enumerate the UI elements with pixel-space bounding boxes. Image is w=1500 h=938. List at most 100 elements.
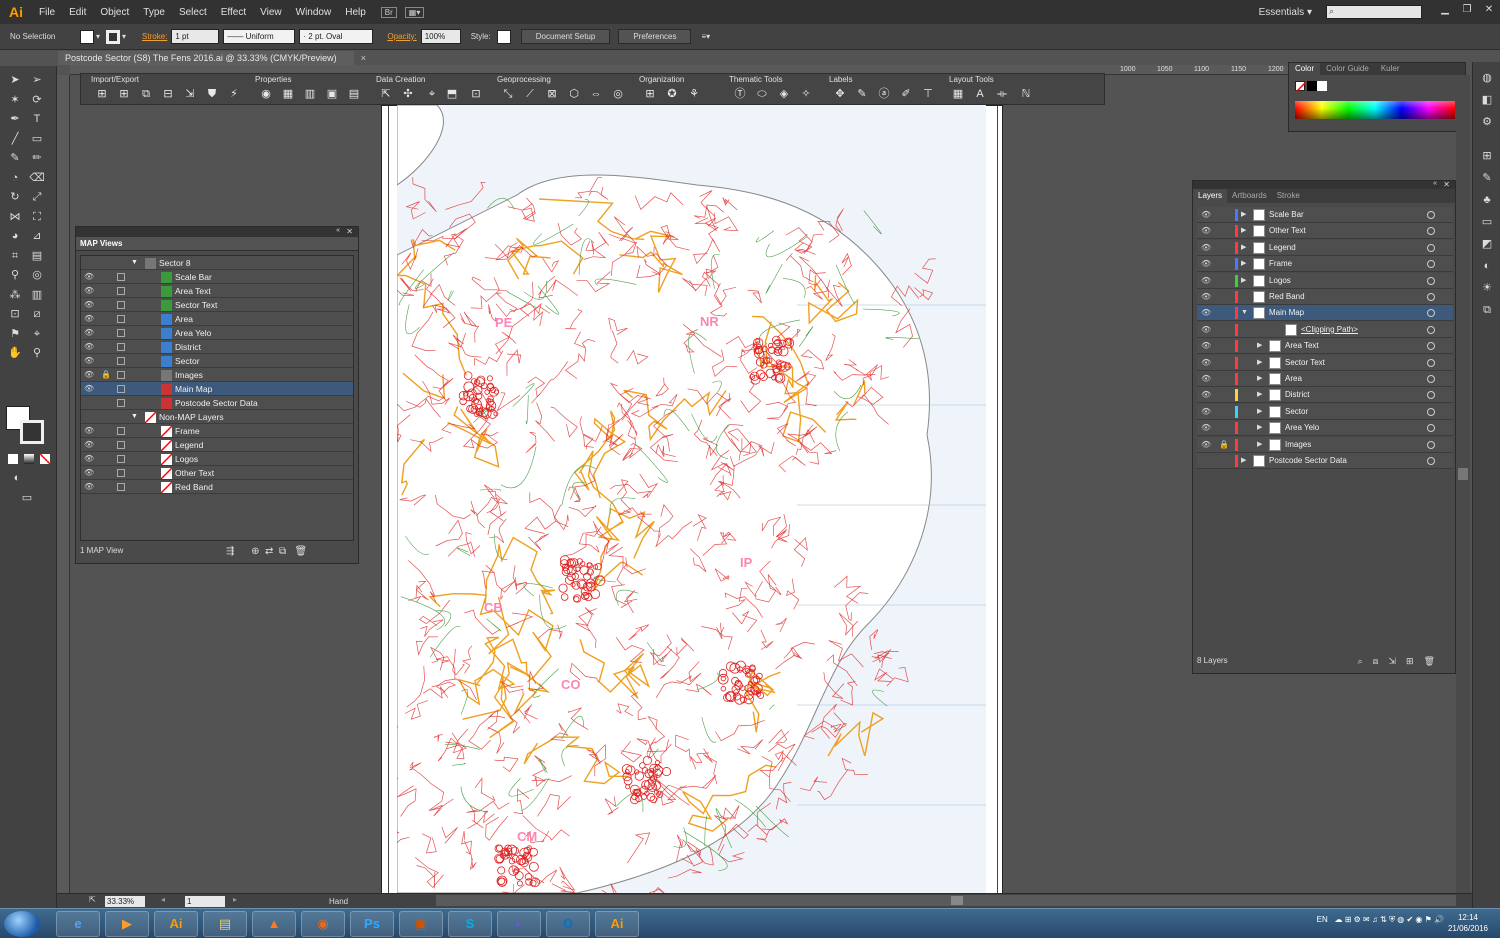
- layer-row[interactable]: 👁 ▶ Legend: [1197, 239, 1453, 256]
- visibility-icon[interactable]: 👁: [1201, 289, 1211, 305]
- visibility-icon[interactable]: 👁: [84, 438, 96, 452]
- map-view-options-icon[interactable]: ⇶: [226, 546, 234, 557]
- symbol-sprayer-icon[interactable]: ⁂: [6, 287, 24, 303]
- workspace-switcher[interactable]: Essentials ▾: [1259, 7, 1312, 18]
- visibility-icon[interactable]: 👁: [84, 340, 96, 354]
- map-select-icon[interactable]: ⌖: [28, 326, 46, 342]
- blob-brush-icon[interactable]: ◔: [6, 170, 24, 186]
- target-icon[interactable]: [1427, 375, 1435, 383]
- document-setup-button[interactable]: Document Setup: [520, 29, 611, 44]
- include-checkbox[interactable]: [117, 273, 125, 281]
- map-view-row[interactable]: 👁 Frame: [81, 424, 353, 438]
- taskbar-firefox-icon[interactable]: ◉: [301, 911, 345, 937]
- horizontal-scroll-thumb[interactable]: [951, 896, 963, 905]
- layer-row[interactable]: 👁 ▶ Other Text: [1197, 223, 1453, 240]
- visibility-icon[interactable]: 👁: [1201, 420, 1211, 436]
- expand-triangle-icon[interactable]: ▶: [1257, 387, 1262, 403]
- mapublisher-tool-icon[interactable]: ▦: [951, 87, 965, 101]
- vertical-scrollbar[interactable]: [1456, 75, 1470, 895]
- visibility-icon[interactable]: 👁: [1201, 404, 1211, 420]
- width-tool-icon[interactable]: ⋈: [6, 209, 24, 225]
- transparency-icon[interactable]: ◐: [1478, 258, 1496, 274]
- mapublisher-tool-icon[interactable]: ⇲: [183, 87, 197, 101]
- stroke-color-box[interactable]: [20, 420, 44, 444]
- eraser-icon[interactable]: ⌫: [28, 170, 46, 186]
- visibility-icon[interactable]: 👁: [1201, 371, 1211, 387]
- selection-tool-icon[interactable]: ➤: [6, 72, 24, 88]
- close-document-icon[interactable]: ×: [361, 51, 366, 65]
- artboard-number-field[interactable]: 1: [185, 896, 225, 907]
- layer-row[interactable]: 👁 ▼ Main Map: [1197, 305, 1453, 322]
- menu-type[interactable]: Type: [136, 7, 172, 18]
- lock-icon[interactable]: 🔒: [1219, 437, 1229, 453]
- lock-icon[interactable]: 🔒: [101, 368, 111, 382]
- include-checkbox[interactable]: [117, 329, 125, 337]
- mapublisher-tool-icon[interactable]: A: [973, 87, 987, 101]
- document-tab[interactable]: Postcode Sector (S8) The Fens 2016.ai @ …: [58, 51, 366, 65]
- map-view-row[interactable]: 👁 Other Text: [81, 466, 353, 480]
- tab-kuler[interactable]: Kuler: [1375, 63, 1406, 75]
- target-icon[interactable]: [1427, 457, 1435, 465]
- mapublisher-tool-icon[interactable]: ✣: [401, 87, 415, 101]
- layer-row[interactable]: 👁 ▶ Logos: [1197, 272, 1453, 289]
- mapublisher-tool-icon[interactable]: ✥: [833, 87, 847, 101]
- appearance-icon[interactable]: ☀: [1478, 280, 1496, 296]
- layer-row[interactable]: 👁 <Clipping Path>: [1197, 321, 1453, 338]
- menu-effect[interactable]: Effect: [214, 7, 253, 18]
- taskbar-clock[interactable]: 12:14 21/06/2016: [1448, 912, 1488, 934]
- mapublisher-tool-icon[interactable]: ⇱: [379, 87, 393, 101]
- mapublisher-tool-icon[interactable]: ◉: [259, 87, 273, 101]
- collapse-icon[interactable]: «: [336, 227, 340, 234]
- close-panel-icon[interactable]: ✕: [1443, 180, 1450, 189]
- main-map-artwork[interactable]: PE NR IP CB CO CM: [397, 105, 986, 893]
- menu-object[interactable]: Object: [93, 7, 136, 18]
- variable-width-profile[interactable]: —— Uniform: [223, 29, 296, 44]
- visibility-icon[interactable]: 👁: [84, 382, 96, 396]
- include-checkbox[interactable]: [117, 427, 125, 435]
- artboard-nav-icon[interactable]: ⇱: [89, 895, 96, 904]
- map-view-row[interactable]: 👁 Sector Text: [81, 298, 353, 312]
- visibility-icon[interactable]: 👁: [84, 326, 96, 340]
- map-view-row[interactable]: Postcode Sector Data: [81, 396, 353, 410]
- map-view-row[interactable]: 👁 District: [81, 340, 353, 354]
- layer-row[interactable]: 👁 ▶ Frame: [1197, 256, 1453, 273]
- direct-selection-tool-icon[interactable]: ➢: [28, 72, 46, 88]
- color-guide-icon[interactable]: ◧: [1478, 92, 1496, 108]
- include-checkbox[interactable]: [117, 469, 125, 477]
- target-icon[interactable]: [1427, 325, 1435, 334]
- mapublisher-tool-icon[interactable]: ⬡: [567, 87, 581, 101]
- target-icon[interactable]: [1427, 227, 1435, 236]
- new-map-view-icon[interactable]: ⧉: [279, 546, 286, 557]
- line-tool-icon[interactable]: ╱: [6, 131, 24, 147]
- close-window-button[interactable]: ✕: [1478, 4, 1500, 20]
- taskbar-powerpoint-icon[interactable]: ▣: [399, 911, 443, 937]
- taskbar-photoshop-icon[interactable]: Ps: [350, 911, 394, 937]
- start-button[interactable]: [4, 911, 40, 937]
- preferences-button[interactable]: Preferences: [618, 29, 692, 44]
- map-view-row[interactable]: 👁 Area Text: [81, 284, 353, 298]
- expand-triangle-icon[interactable]: ▶: [1257, 355, 1262, 371]
- include-checkbox[interactable]: [117, 301, 125, 309]
- mapublisher-tool-icon[interactable]: ✎: [855, 87, 869, 101]
- style-swatch[interactable]: [496, 29, 511, 44]
- mapublisher-tool-icon[interactable]: ⟛: [995, 87, 1009, 101]
- none-swatch[interactable]: [1295, 81, 1307, 93]
- collapse-icon[interactable]: «: [1433, 180, 1437, 187]
- paintbrush-icon[interactable]: ✎: [6, 150, 24, 166]
- rectangle-tool-icon[interactable]: ▭: [28, 131, 46, 147]
- target-icon[interactable]: [1427, 424, 1435, 433]
- layer-row[interactable]: 👁 🔒 ▶ Images: [1197, 436, 1453, 453]
- pen-tool-icon[interactable]: ✒: [6, 111, 24, 127]
- taskbar-file-explorer-icon[interactable]: ▤: [203, 911, 247, 937]
- map-tool-icon[interactable]: ⚑: [6, 326, 24, 342]
- mapublisher-tool-icon[interactable]: ✧: [799, 87, 813, 101]
- gradient-mode-button[interactable]: [24, 454, 34, 464]
- layer-row[interactable]: 👁 ▶ Area: [1197, 371, 1453, 387]
- target-icon[interactable]: [1427, 309, 1435, 318]
- mapublisher-tool-icon[interactable]: ▥: [303, 87, 317, 101]
- hand-tool-icon[interactable]: ✋: [6, 345, 24, 361]
- layer-row[interactable]: ▶ Postcode Sector Data: [1197, 453, 1453, 469]
- mapublisher-tool-icon[interactable]: ⧉: [139, 87, 153, 101]
- make-clipping-mask-icon[interactable]: ⧈: [1373, 656, 1379, 666]
- target-icon[interactable]: [1427, 342, 1435, 351]
